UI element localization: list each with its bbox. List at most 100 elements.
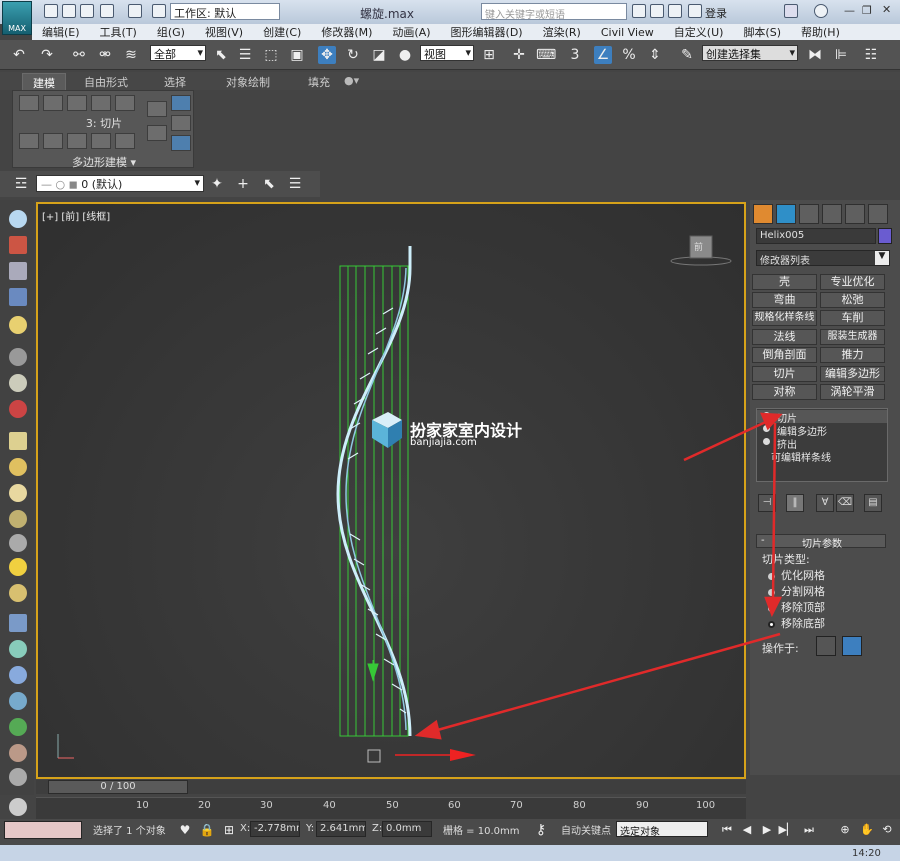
bulb-icon[interactable] xyxy=(763,438,770,445)
modifier-symmetry-button[interactable]: 对称 xyxy=(752,384,817,400)
scale-icon[interactable]: ◪ xyxy=(370,46,388,64)
polygon-mode-icon[interactable] xyxy=(91,95,111,111)
slice-type-remove-bottom[interactable]: 移除底部 xyxy=(768,615,825,631)
modifier-slice-button[interactable]: 切片 xyxy=(752,366,817,382)
remove-modifier-icon[interactable]: ⌫ xyxy=(836,494,854,512)
subscription-icon[interactable] xyxy=(650,4,664,18)
rectangle-selection-icon[interactable]: ⬚ xyxy=(262,46,280,64)
minimize-icon[interactable]: — xyxy=(844,4,855,17)
align-icon[interactable]: ⊫ xyxy=(832,46,850,64)
z-coordinate-field[interactable]: 0.0mm xyxy=(382,821,432,837)
menu-graph-editors[interactable]: 图形编辑器(D) xyxy=(441,24,533,40)
cylinder-icon[interactable] xyxy=(9,510,27,528)
user-icon[interactable] xyxy=(688,4,702,18)
tab-object-paint[interactable]: 对象绘制 xyxy=(226,74,270,90)
collapse-stack-icon[interactable] xyxy=(67,133,87,149)
select-object-icon[interactable]: ⬉ xyxy=(212,46,230,64)
undo-icon[interactable]: ↶ xyxy=(10,46,28,64)
border-mode-icon[interactable] xyxy=(67,95,87,111)
link-icon[interactable]: ⚯ xyxy=(70,46,88,64)
slice-type-split-mesh[interactable]: 分割网格 xyxy=(768,583,825,599)
menu-civil-view[interactable]: Civil View xyxy=(591,26,664,39)
restore-icon[interactable]: ❐ xyxy=(862,4,872,17)
redo-icon[interactable]: ↷ xyxy=(38,46,56,64)
radio-icon[interactable] xyxy=(768,588,775,596)
stack-item-editable-spline[interactable]: 可编辑样条线 xyxy=(757,449,887,464)
stack-item-edit-poly[interactable]: 编辑多边形 xyxy=(757,423,887,438)
timeline-track[interactable]: 10 20 30 40 50 60 70 80 90 100 xyxy=(36,797,746,819)
configure-modifier-sets-icon[interactable]: ▤ xyxy=(864,494,882,512)
ignore-backfacing-icon[interactable] xyxy=(171,95,191,111)
y-coordinate-field[interactable]: 2.641mm xyxy=(316,821,366,837)
edit-named-selection-icon[interactable]: ✎ xyxy=(678,46,696,64)
reference-coordinate-select[interactable]: 视图 xyxy=(420,45,474,61)
slice-parameters-rollout[interactable]: - 切片参数 xyxy=(756,534,886,550)
mirror-icon[interactable]: ⧓ xyxy=(806,46,824,64)
new-file-icon[interactable] xyxy=(44,4,58,18)
element-mode-icon[interactable] xyxy=(115,95,135,111)
pin-stack-icon[interactable]: ⊣ xyxy=(758,494,776,512)
sun-icon[interactable] xyxy=(9,558,27,576)
helper-icon[interactable] xyxy=(9,374,27,392)
select-in-layer-icon[interactable]: ⬉ xyxy=(260,175,278,193)
modify-tab-icon[interactable] xyxy=(776,204,796,224)
next-frame-icon[interactable]: ▶▏ xyxy=(778,821,796,839)
percent-snap-icon[interactable]: % xyxy=(620,46,638,64)
next-modifier-icon[interactable] xyxy=(43,133,63,149)
go-to-end-icon[interactable]: ⏭ xyxy=(800,821,818,839)
zoom-icon[interactable]: ⊕ xyxy=(836,821,854,839)
select-by-name-icon[interactable]: ☰ xyxy=(236,46,254,64)
scene-explorer-icon[interactable] xyxy=(9,262,27,280)
radio-selected-icon[interactable] xyxy=(768,620,775,628)
edge-mode-icon[interactable] xyxy=(43,95,63,111)
workspace-select[interactable]: 工作区: 默认 xyxy=(170,3,280,20)
quickslice-icon[interactable] xyxy=(147,125,167,141)
pivot-icon[interactable]: ⊞ xyxy=(480,46,498,64)
modifier-normal-button[interactable]: 法线 xyxy=(752,329,817,345)
maxscript-listener[interactable] xyxy=(4,821,82,839)
torus-icon[interactable] xyxy=(9,584,27,602)
angle-snap-icon[interactable]: ∠ xyxy=(594,46,612,64)
absolute-mode-icon[interactable]: ⊞ xyxy=(220,821,238,839)
status-sphere-icon[interactable] xyxy=(9,798,27,816)
menu-modifiers[interactable]: 修改器(M) xyxy=(311,24,382,40)
create-tab-icon[interactable] xyxy=(753,204,773,224)
menu-help[interactable]: 帮助(H) xyxy=(791,24,850,40)
menu-animation[interactable]: 动画(A) xyxy=(382,24,440,40)
menu-create[interactable]: 创建(C) xyxy=(253,24,311,40)
repeat-icon[interactable] xyxy=(147,101,167,117)
render-frame-icon[interactable] xyxy=(9,236,27,254)
particle-icon[interactable] xyxy=(9,400,27,418)
stack-item-slice[interactable]: 切片 xyxy=(757,410,887,425)
modifier-push-button[interactable]: 推力 xyxy=(820,347,885,363)
go-to-start-icon[interactable]: ⏮ xyxy=(718,821,736,839)
binoculars-icon[interactable] xyxy=(632,4,646,18)
key-icon[interactable]: ⚷ xyxy=(532,821,550,839)
tab-freeform[interactable]: 自由形式 xyxy=(84,74,128,90)
orbit-icon[interactable]: ⟲ xyxy=(878,821,896,839)
login-button[interactable]: 登录 xyxy=(705,5,727,21)
modifier-list-dropdown[interactable]: 修改器列表 xyxy=(756,250,890,267)
modifier-turbosmooth-button[interactable]: 涡轮平滑 xyxy=(820,384,885,400)
use-soft-selection-icon[interactable] xyxy=(171,135,191,151)
app-menu-button[interactable]: MAX xyxy=(2,1,32,35)
tube-icon[interactable] xyxy=(9,640,27,658)
modifier-lathe-button[interactable]: 车削 xyxy=(820,310,885,326)
time-slider-thumb[interactable]: 0 / 100 xyxy=(48,780,188,794)
light-icon[interactable] xyxy=(9,316,27,334)
object-color-swatch[interactable] xyxy=(878,228,892,244)
modifier-garment-maker-button[interactable]: 服装生成器 xyxy=(820,329,885,345)
toggle-command-mode-icon[interactable] xyxy=(115,133,135,149)
geosphere-icon[interactable] xyxy=(9,484,27,502)
close-icon[interactable]: ✕ xyxy=(882,3,891,16)
menu-rendering[interactable]: 渲染(R) xyxy=(533,24,591,40)
operate-on-faces-icon[interactable] xyxy=(816,636,836,656)
named-selection-select[interactable]: 创建选择集 xyxy=(702,45,798,61)
radio-icon[interactable] xyxy=(768,604,775,612)
new-layer-icon[interactable]: ✦ xyxy=(208,175,226,193)
motion-tab-icon[interactable] xyxy=(822,204,842,224)
window-crossing-icon[interactable]: ▣ xyxy=(288,46,306,64)
exchange-icon[interactable] xyxy=(784,4,798,18)
modifier-bevel-profile-button[interactable]: 倒角剖面 xyxy=(752,347,817,363)
sphere-icon[interactable] xyxy=(9,458,27,476)
